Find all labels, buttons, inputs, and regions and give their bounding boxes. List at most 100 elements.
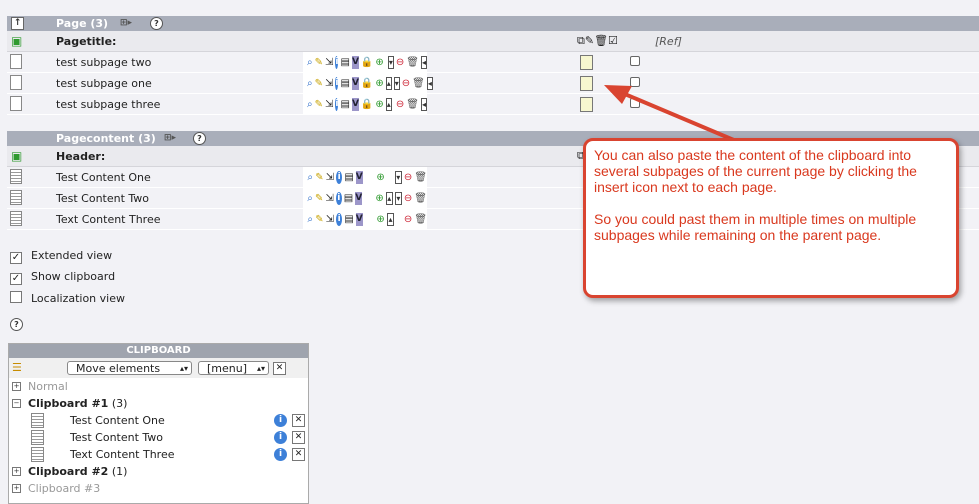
expand-icon[interactable]: + — [12, 467, 21, 476]
info-icon[interactable]: i — [336, 170, 343, 184]
move-up-icon[interactable]: ▴ — [386, 212, 395, 226]
version-icon[interactable]: V — [351, 97, 359, 111]
hide-icon[interactable]: ⊖ — [402, 77, 410, 90]
view-icon[interactable]: ⌕ — [307, 192, 313, 205]
edit-icon[interactable]: ✎ — [315, 77, 323, 90]
delete-icon[interactable]: 🗑 — [412, 77, 425, 90]
move-icon[interactable]: ⇲ — [325, 77, 333, 90]
info-icon[interactable]: i — [335, 76, 339, 90]
show-clipboard-option[interactable]: ✓ Show clipboard — [10, 270, 115, 285]
view-icon[interactable]: ⌕ — [307, 213, 313, 226]
remove-icon[interactable]: ✕ — [292, 448, 305, 461]
lock-icon[interactable]: 🔒 — [361, 56, 373, 69]
move-up-icon[interactable]: ▴ — [385, 191, 393, 205]
history-icon[interactable]: ▤ — [340, 56, 349, 69]
lock-icon[interactable]: 🔒 — [361, 77, 373, 90]
info-icon[interactable]: i — [274, 448, 287, 461]
clipboard-item-title[interactable]: Test Content Two — [70, 431, 163, 444]
collapse-icon[interactable]: − — [12, 399, 21, 408]
hide-icon[interactable]: ⊖ — [404, 213, 412, 226]
version-icon[interactable]: V — [351, 76, 359, 90]
clipboard-group-normal[interactable]: + Normal — [9, 378, 308, 395]
move-icon[interactable]: ⇲ — [325, 56, 333, 69]
info-icon[interactable]: i — [335, 55, 339, 69]
expand-icon[interactable]: + — [12, 484, 21, 493]
view-icon[interactable]: ⌕ — [307, 77, 313, 90]
move-left-icon[interactable]: ◂ — [426, 76, 433, 90]
version-icon[interactable]: V — [351, 55, 359, 69]
history-icon[interactable]: ▤ — [340, 77, 349, 90]
paste-into-icon[interactable] — [580, 55, 593, 70]
page-title[interactable]: test subpage two — [56, 56, 151, 69]
version-icon[interactable]: V — [355, 212, 363, 226]
move-icon[interactable]: ⇲ — [325, 192, 333, 205]
move-left-icon[interactable]: ◂ — [420, 55, 427, 69]
clipboard-item[interactable]: Text Content Three i ✕ — [9, 446, 308, 463]
version-icon[interactable]: V — [355, 191, 363, 205]
page-row[interactable]: test subpage one ⌕ ✎ ⇲ i ▤ V 🔒 ⊕ ▴ ▾ ⊖ 🗑… — [7, 73, 979, 94]
level-up-icon[interactable]: ↑ — [11, 17, 24, 30]
clipboard-item[interactable]: Test Content One i ✕ — [9, 412, 308, 429]
info-icon[interactable]: i — [336, 212, 343, 226]
info-icon[interactable]: i — [335, 191, 342, 205]
extended-view-option[interactable]: ✓ Extended view — [10, 249, 112, 264]
remove-icon[interactable]: ✕ — [292, 431, 305, 444]
lock-icon[interactable]: 🔒 — [361, 98, 373, 111]
hide-icon[interactable]: ⊖ — [396, 98, 404, 111]
help-icon[interactable]: ? — [10, 318, 23, 331]
select-checkbox[interactable] — [630, 98, 640, 108]
view-icon[interactable]: ⌕ — [307, 171, 313, 184]
move-icon[interactable]: ⇲ — [326, 213, 334, 226]
clipboard-group-1[interactable]: − Clipboard #1 (3) — [9, 395, 308, 412]
new-icon[interactable]: ⊕ — [375, 77, 383, 90]
expand-icon[interactable]: + — [12, 382, 21, 391]
page-title[interactable]: test subpage one — [56, 77, 152, 90]
help-icon[interactable]: ? — [150, 17, 163, 30]
move-left-icon[interactable]: ◂ — [420, 97, 427, 111]
hide-icon[interactable]: ⊖ — [404, 192, 412, 205]
clipboard-group-label[interactable]: Clipboard #2 (1) — [28, 465, 127, 478]
help-icon[interactable]: ? — [193, 132, 206, 145]
delete-icon[interactable]: 🗑 — [414, 171, 427, 184]
expand-icon[interactable]: ⊞▸ — [120, 18, 132, 28]
edit-icon[interactable]: ✎ — [315, 192, 323, 205]
move-down-icon[interactable]: ▾ — [387, 55, 394, 69]
hide-icon[interactable]: ⊖ — [396, 56, 404, 69]
history-icon[interactable]: ▤ — [344, 192, 353, 205]
move-icon[interactable]: ⇲ — [325, 98, 333, 111]
new-page-icon[interactable]: ▣ — [11, 34, 22, 48]
page-icon[interactable] — [10, 96, 22, 111]
new-content-icon[interactable]: ▣ — [11, 149, 22, 163]
clipboard-group-2[interactable]: + Clipboard #2 (1) — [9, 463, 308, 480]
hide-icon[interactable]: ⊖ — [404, 171, 412, 184]
remove-icon[interactable]: ✕ — [292, 414, 305, 427]
select-checkbox[interactable] — [630, 77, 640, 87]
clipboard-item-title[interactable]: Test Content One — [70, 414, 165, 427]
move-down-icon[interactable]: ▾ — [393, 76, 400, 90]
edit-icon[interactable]: ✎ — [315, 56, 323, 69]
content-title[interactable]: Test Content Two — [56, 192, 149, 205]
paste-into-icon[interactable] — [580, 97, 593, 112]
new-icon[interactable]: ⊕ — [376, 171, 384, 184]
select-checkbox[interactable] — [630, 56, 640, 66]
edit-icon[interactable]: ✎ — [315, 213, 323, 226]
info-icon[interactable]: i — [274, 414, 287, 427]
delete-icon[interactable]: 🗑 — [414, 192, 427, 205]
content-icon[interactable] — [10, 190, 22, 205]
view-icon[interactable]: ⌕ — [307, 98, 313, 111]
new-icon[interactable]: ⊕ — [375, 98, 383, 111]
header-actions-icons[interactable]: ⧉✎🗑☑ — [577, 34, 618, 48]
localization-view-checkbox[interactable] — [10, 291, 22, 303]
view-icon[interactable]: ⌕ — [307, 56, 313, 69]
info-icon[interactable]: i — [274, 431, 287, 444]
new-icon[interactable]: ⊕ — [375, 56, 383, 69]
history-icon[interactable]: ▤ — [344, 213, 353, 226]
page-row[interactable]: test subpage three ⌕ ✎ ⇲ i ▤ V 🔒 ⊕ ▴ ⊖ 🗑… — [7, 94, 979, 115]
history-icon[interactable]: ▤ — [344, 171, 353, 184]
new-icon[interactable]: ⊕ — [376, 213, 384, 226]
extended-view-checkbox[interactable]: ✓ — [10, 252, 22, 264]
clipboard-group-3[interactable]: + Clipboard #3 — [9, 480, 308, 497]
info-icon[interactable]: i — [335, 97, 339, 111]
move-down-icon[interactable]: ▾ — [394, 191, 402, 205]
list-icon[interactable]: ☰ — [12, 361, 22, 374]
